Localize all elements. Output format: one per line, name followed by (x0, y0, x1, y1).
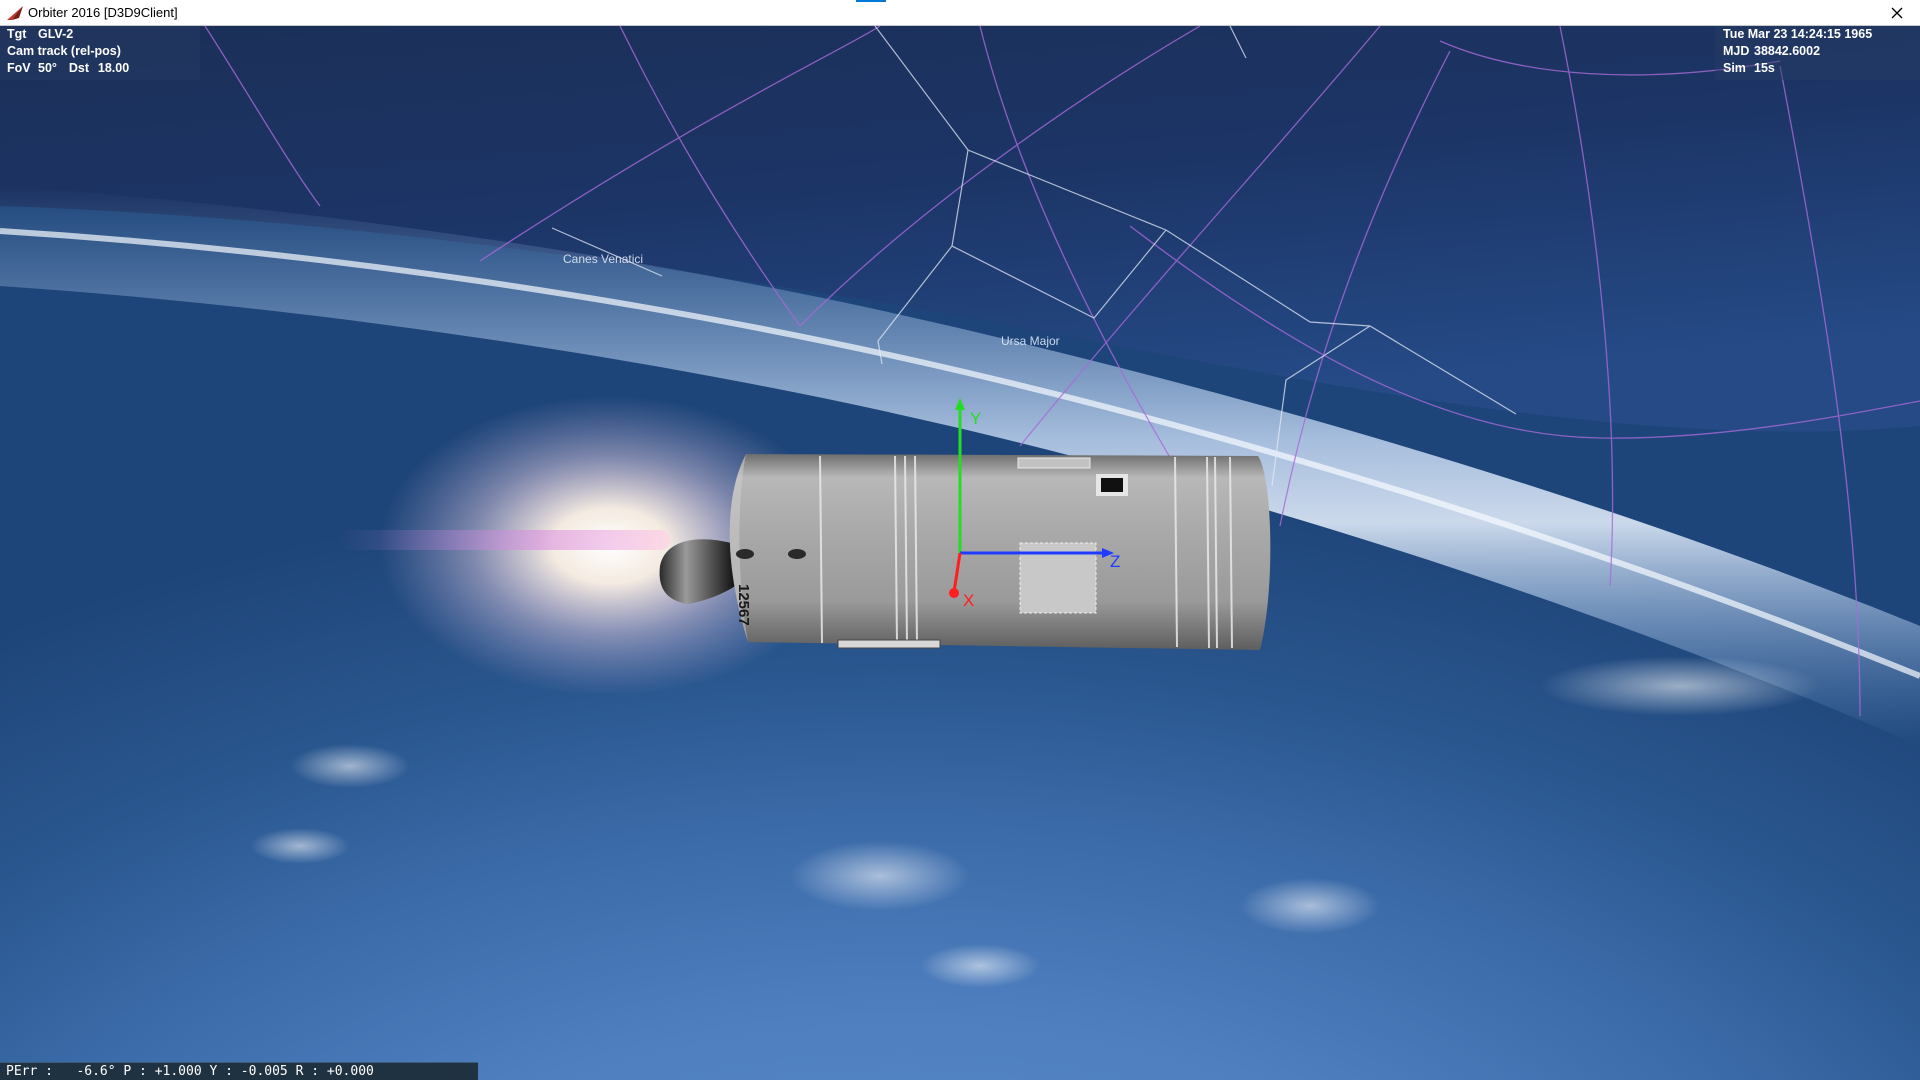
mjd-label: MJD (1723, 44, 1750, 58)
tgt-label: Tgt (7, 27, 27, 41)
sim-date: Tue Mar 23 14:24:15 1965 (1723, 27, 1873, 41)
mjd-value: 38842.6002 (1754, 44, 1821, 58)
axis-label-x: X (963, 591, 975, 610)
time-info-panel: Tue Mar 23 14:24:15 1965 MJD 38842.6002 S… (1715, 26, 1920, 80)
focus-strip (856, 0, 886, 2)
x-axis-line (952, 552, 962, 593)
attitude-error-readout: PErr : -6.6° P : +1.000 Y : -0.005 R : +… (0, 1062, 478, 1080)
axis-label-y: Y (970, 409, 982, 428)
dst-label: Dst (68, 61, 90, 75)
simulation-viewport[interactable]: Canes Venatici Ursa Major 12567 Y Z X Tg… (0, 26, 1920, 1080)
orbiter-window: Orbiter 2016 [D3D9Client] Canes Venatici… (0, 0, 1920, 1080)
axis-gizmo (949, 398, 1114, 598)
title-bar[interactable]: Orbiter 2016 [D3D9Client] (0, 0, 1920, 26)
close-icon (1891, 7, 1903, 19)
close-button[interactable] (1874, 0, 1920, 26)
sim-value: 15s (1754, 61, 1775, 75)
fov-label: FoV (7, 61, 31, 75)
tgt-value: GLV-2 (38, 27, 74, 41)
dst-value: 18.00 (97, 61, 130, 75)
camera-mode: Cam track (rel-pos) (7, 44, 121, 58)
camera-info-panel: Tgt GLV-2 Cam track (rel-pos) FoV 50° Dst 18… (0, 26, 200, 80)
orbiter-app-icon (7, 6, 23, 20)
window-title: Orbiter 2016 [D3D9Client] (28, 5, 178, 20)
axis-label-z: Z (1110, 552, 1121, 571)
fov-value: 50° (38, 61, 57, 75)
sim-label: Sim (1723, 61, 1746, 75)
